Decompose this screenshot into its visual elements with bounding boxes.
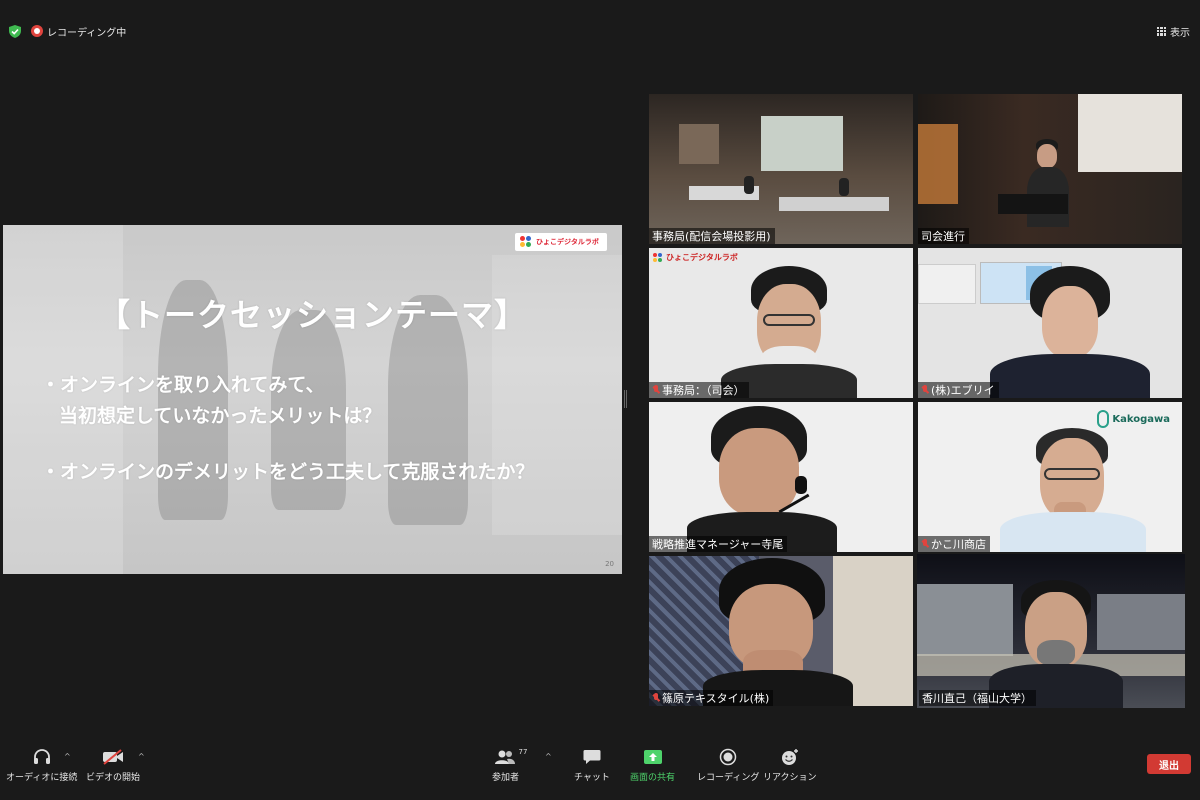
participant-name: 司会進行 [918,228,969,244]
slide-title: 【トークセッションテーマ】 [98,296,528,334]
slide-bullet-2: ・オンラインのデメリットをどう工夫して克服されたか？ [41,461,535,483]
meeting-toolbar: オーディオに接続 ^ ビデオの開始 ^ 77 参加者 ^ チャット 画面の共有 … [0,740,1200,800]
video-tile-active-speaker[interactable]: 香川直己（福山大学） [917,554,1185,708]
slide-logo-text: ひょこデジタルラボ [536,238,599,246]
leave-meeting-button[interactable]: 退出 [1147,754,1191,774]
slide-page-number: 20 [605,560,614,568]
logo-dots-icon [520,236,532,248]
slide-bullet-1-line-1: ・オンラインを取り入れてみて、 [41,374,325,396]
video-tile[interactable]: 戦略推進マネージャー寺尾 [649,402,913,552]
video-off-icon [102,746,124,768]
panel-resize-handle[interactable] [624,390,627,408]
participant-name: 事務局：（司会） [649,382,749,398]
shield-check-icon[interactable] [9,25,21,38]
video-tile[interactable]: Kakogawa かこ川商店 [918,402,1182,552]
video-tile[interactable]: (株)エブリイ [918,248,1182,398]
video-tile[interactable]: 篠原テキスタイル(株) [649,556,913,706]
mic-muted-icon [921,539,929,549]
slide-bullet-1-line-2: 当初想定していなかったメリットは？ [59,405,382,427]
slide-logo: ひょこデジタルラボ [515,233,607,251]
video-options-caret-icon[interactable]: ^ [138,752,145,761]
participants-button[interactable]: 77 参加者 [492,746,527,783]
participant-name: (株)エブリイ [918,382,999,398]
participants-options-caret-icon[interactable]: ^ [545,752,552,761]
mic-muted-icon [652,693,660,703]
chat-button[interactable]: チャット [574,746,610,783]
participants-count: 77 [518,748,528,756]
view-label: 表示 [1170,27,1190,39]
reactions-button[interactable]: リアクション [763,746,817,783]
record-button[interactable]: レコーディング [697,746,759,783]
video-tile[interactable]: 事務局(配信会場投影用) [649,94,913,244]
share-screen-icon [643,746,663,768]
recording-icon[interactable] [31,25,43,37]
video-tile[interactable]: 司会進行 [918,94,1182,244]
participants-icon: 77 [494,746,527,768]
chat-icon [583,746,601,768]
participant-name: 事務局(配信会場投影用) [649,228,775,244]
mic-muted-icon [921,385,929,395]
recording-status[interactable]: レコーディング中 [47,24,126,39]
shared-screen-slide: ひょこデジタルラボ 【トークセッションテーマ】 ・オンラインを取り入れてみて、 … [3,225,622,574]
participant-name: 篠原テキスタイル(株) [649,690,774,706]
mic-muted-icon [652,385,660,395]
audio-options-caret-icon[interactable]: ^ [64,752,71,761]
kakogawa-logo-icon [1097,410,1110,428]
kakogawa-logo: Kakogawa [1097,410,1170,428]
video-tile[interactable]: ひょこデジタルラボ 事務局：（司会） [649,248,913,398]
headphones-icon [33,746,51,768]
reaction-emoji-icon [780,746,800,768]
participant-name: かこ川商店 [918,536,990,552]
tile-logo: ひょこデジタルラボ [653,252,738,263]
participant-name: 香川直己（福山大学） [919,690,1036,706]
meeting-top-bar: レコーディング中 表示 [0,0,1200,60]
record-icon [719,746,737,768]
participant-name: 戦略推進マネージャー寺尾 [649,536,788,552]
view-button[interactable]: 表示 [1157,22,1190,40]
share-screen-button[interactable]: 画面の共有 [630,746,675,783]
start-video-button[interactable]: ビデオの開始 [86,746,140,783]
grid-view-icon [1157,26,1166,36]
logo-dots-icon [653,252,663,263]
